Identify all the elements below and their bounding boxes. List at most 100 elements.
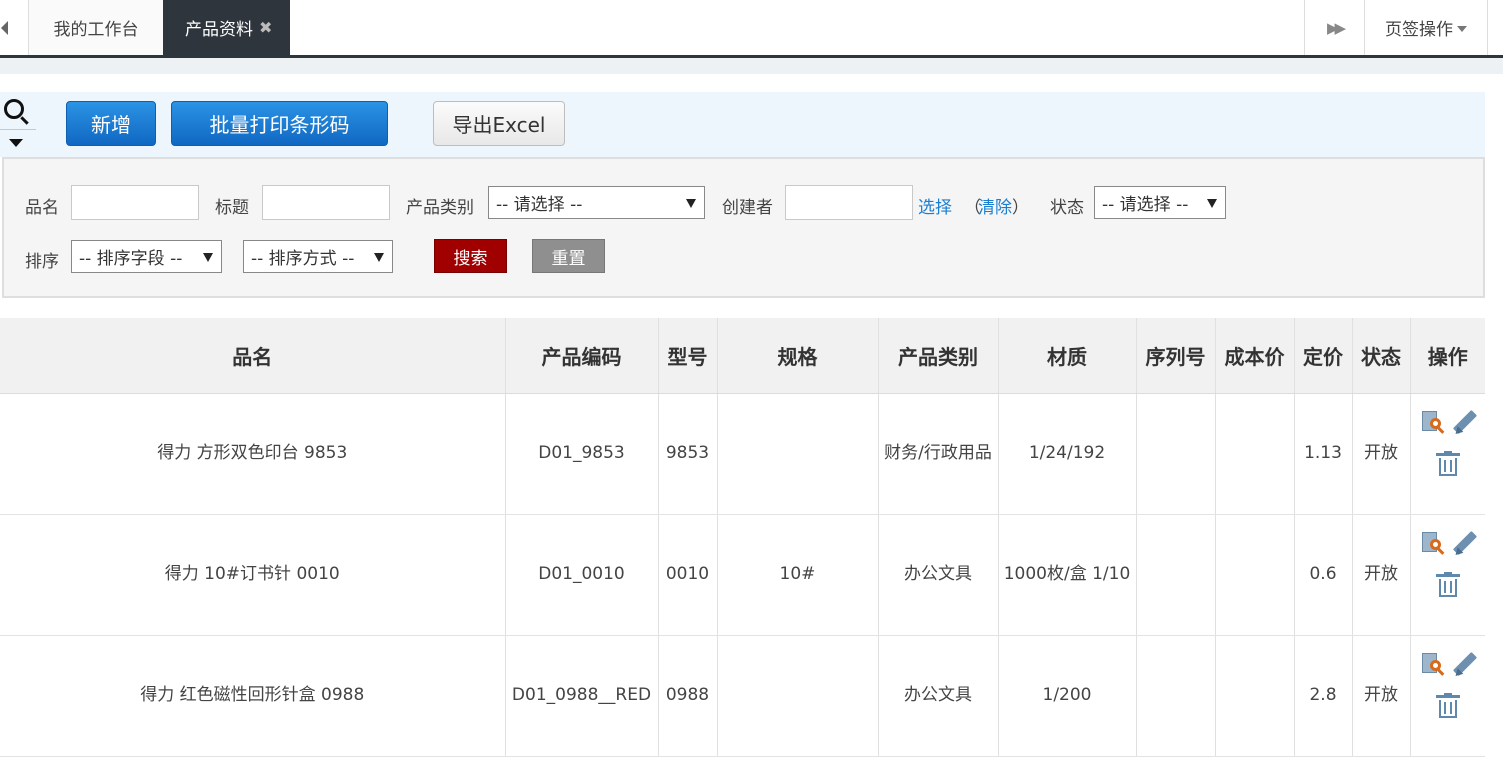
table-row: 得力 10#订书针 0010 D01_0010 0010 10# 办公文具 10… — [0, 514, 1485, 636]
edit-pencil-icon[interactable] — [1452, 530, 1478, 558]
fast-forward-icon: ▶▶ — [1326, 18, 1346, 37]
column-header-spec[interactable]: 规格 — [717, 318, 879, 394]
cell-actions — [1410, 393, 1485, 515]
cell-code: D01_0988__RED — [505, 635, 659, 757]
row-actions — [1418, 526, 1478, 606]
search-filter-panel: 品名 标题 产品类别 -- 请选择 -- 创建者 选择 （ 清除 ） 状态 --… — [2, 157, 1485, 298]
tab-label: 我的工作台 — [53, 20, 139, 40]
title-input[interactable] — [262, 185, 390, 220]
cell-model: 9853 — [658, 393, 718, 515]
cell-cost — [1215, 514, 1295, 636]
add-button[interactable]: 新增 — [66, 101, 156, 146]
cell-name: 得力 10#订书针 0010 — [0, 514, 506, 636]
tab-scroll-right-button[interactable]: ▶▶ — [1304, 0, 1364, 55]
caret-down-icon — [374, 253, 384, 262]
tab-bar: 我的工作台 产品资料 ✖ ▶▶ 页签操作 — [0, 0, 1503, 58]
content-top-strip — [0, 58, 1503, 74]
cell-price: 0.6 — [1294, 514, 1353, 636]
cell-code: D01_0010 — [505, 514, 659, 636]
cell-price: 1.13 — [1294, 393, 1353, 515]
tab-label: 产品资料 — [185, 20, 253, 40]
sort-order-value: -- 排序方式 -- — [251, 249, 355, 269]
delete-trash-icon[interactable] — [1435, 571, 1460, 598]
column-header-category[interactable]: 产品类别 — [878, 318, 999, 394]
column-header-status[interactable]: 状态 — [1352, 318, 1411, 394]
cell-material: 1000枚/盒 1/10 — [998, 514, 1137, 636]
delete-trash-icon[interactable] — [1435, 692, 1460, 719]
cell-spec — [717, 393, 879, 515]
cell-price: 2.8 — [1294, 635, 1353, 757]
sort-order-select[interactable]: -- 排序方式 -- — [243, 240, 393, 273]
cell-spec: 10# — [717, 514, 879, 636]
export-excel-button[interactable]: 导出Excel — [433, 101, 565, 146]
row-actions — [1418, 647, 1478, 727]
cell-material: 1/200 — [998, 635, 1137, 757]
tab-product-data[interactable]: 产品资料 ✖ — [163, 0, 290, 55]
view-details-icon[interactable] — [1421, 652, 1446, 676]
cell-actions — [1410, 514, 1485, 636]
status-select-value: -- 请选择 -- — [1102, 195, 1189, 215]
column-header-cost[interactable]: 成本价 — [1215, 318, 1295, 394]
caret-down-icon — [1207, 199, 1217, 208]
caret-down-icon — [9, 139, 23, 147]
column-header-serial[interactable]: 序列号 — [1136, 318, 1216, 394]
search-button[interactable]: 搜索 — [434, 239, 507, 273]
select-creator-link[interactable]: 选择 — [918, 193, 952, 218]
table-row: 得力 方形双色印台 9853 D01_9853 9853 财务/行政用品 1/2… — [0, 393, 1485, 515]
clear-creator-link[interactable]: 清除 — [978, 193, 1012, 218]
tab-scroll-left-button[interactable] — [0, 0, 28, 55]
cell-status: 开放 — [1352, 635, 1411, 757]
cell-actions — [1410, 635, 1485, 757]
table-header-row: 品名 产品编码 型号 规格 产品类别 材质 序列号 成本价 定价 状态 操作 — [0, 318, 1485, 394]
tab-operations-label: 页签操作 — [1385, 20, 1453, 40]
title-label: 标题 — [215, 198, 249, 218]
cell-model: 0988 — [658, 635, 718, 757]
action-toolbar: 新增 批量打印条形码 导出Excel — [0, 92, 1485, 157]
sort-field-value: -- 排序字段 -- — [79, 249, 183, 269]
view-details-icon[interactable] — [1421, 531, 1446, 555]
row-actions — [1418, 405, 1478, 485]
cell-serial — [1136, 635, 1216, 757]
column-header-price[interactable]: 定价 — [1294, 318, 1353, 394]
column-header-code[interactable]: 产品编码 — [505, 318, 659, 394]
caret-down-icon — [686, 199, 696, 208]
sort-field-select[interactable]: -- 排序字段 -- — [71, 240, 222, 273]
sort-label: 排序 — [25, 252, 59, 272]
column-header-material[interactable]: 材质 — [998, 318, 1137, 394]
cell-model: 0010 — [658, 514, 718, 636]
close-paren: ） — [1012, 198, 1029, 218]
tab-workbench[interactable]: 我的工作台 — [29, 0, 163, 55]
table-row: 得力 红色磁性回形针盒 0988 D01_0988__RED 0988 办公文具… — [0, 635, 1485, 757]
cell-status: 开放 — [1352, 514, 1411, 636]
column-header-model[interactable]: 型号 — [658, 318, 718, 394]
tab-divider — [1487, 0, 1488, 55]
delete-trash-icon[interactable] — [1435, 450, 1460, 477]
tab-operations-dropdown[interactable]: 页签操作 — [1364, 0, 1487, 55]
cell-cost — [1215, 635, 1295, 757]
cell-material: 1/24/192 — [998, 393, 1137, 515]
cell-status: 开放 — [1352, 393, 1411, 515]
cell-cost — [1215, 393, 1295, 515]
caret-down-icon — [203, 253, 213, 262]
category-select-value: -- 请选择 -- — [496, 195, 583, 215]
toggle-divider — [0, 129, 36, 130]
batch-print-barcode-button[interactable]: 批量打印条形码 — [171, 101, 388, 146]
edit-pencil-icon[interactable] — [1452, 651, 1478, 679]
cell-serial — [1136, 393, 1216, 515]
cell-category: 办公文具 — [878, 514, 999, 636]
cell-spec — [717, 635, 879, 757]
name-input[interactable] — [71, 185, 199, 220]
status-select[interactable]: -- 请选择 -- — [1094, 186, 1226, 219]
edit-pencil-icon[interactable] — [1452, 409, 1478, 437]
creator-input[interactable] — [785, 185, 913, 220]
cell-name: 得力 红色磁性回形针盒 0988 — [0, 635, 506, 757]
cell-name: 得力 方形双色印台 9853 — [0, 393, 506, 515]
view-details-icon[interactable] — [1421, 410, 1446, 434]
caret-down-icon — [1457, 25, 1467, 32]
column-header-name[interactable]: 品名 — [0, 318, 506, 394]
cell-code: D01_9853 — [505, 393, 659, 515]
close-icon[interactable]: ✖ — [259, 18, 272, 37]
reset-button[interactable]: 重置 — [532, 239, 605, 273]
search-panel-toggle[interactable] — [0, 92, 36, 157]
category-select[interactable]: -- 请选择 -- — [488, 186, 705, 219]
